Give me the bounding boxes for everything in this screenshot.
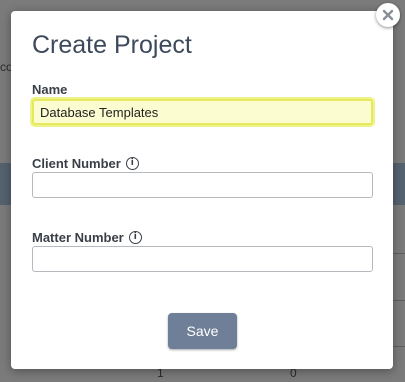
client-number-label-text: Client Number (32, 156, 121, 171)
dialog-title: Create Project (32, 31, 192, 59)
name-label-text: Name (32, 82, 68, 97)
create-project-dialog: Create Project Name Client Number i Matt… (11, 11, 393, 369)
name-input[interactable] (32, 99, 373, 125)
client-number-input[interactable] (32, 172, 373, 198)
close-button[interactable] (376, 3, 400, 27)
close-icon (382, 9, 394, 21)
matter-number-label-text: Matter Number (32, 230, 124, 245)
matter-number-label: Matter Number i (32, 230, 142, 245)
name-label: Name (32, 82, 67, 97)
client-number-label: Client Number i (32, 156, 139, 171)
save-button[interactable]: Save (168, 313, 237, 349)
info-icon[interactable]: i (128, 231, 142, 244)
matter-number-input[interactable] (32, 246, 373, 272)
info-icon[interactable]: i (125, 157, 139, 170)
